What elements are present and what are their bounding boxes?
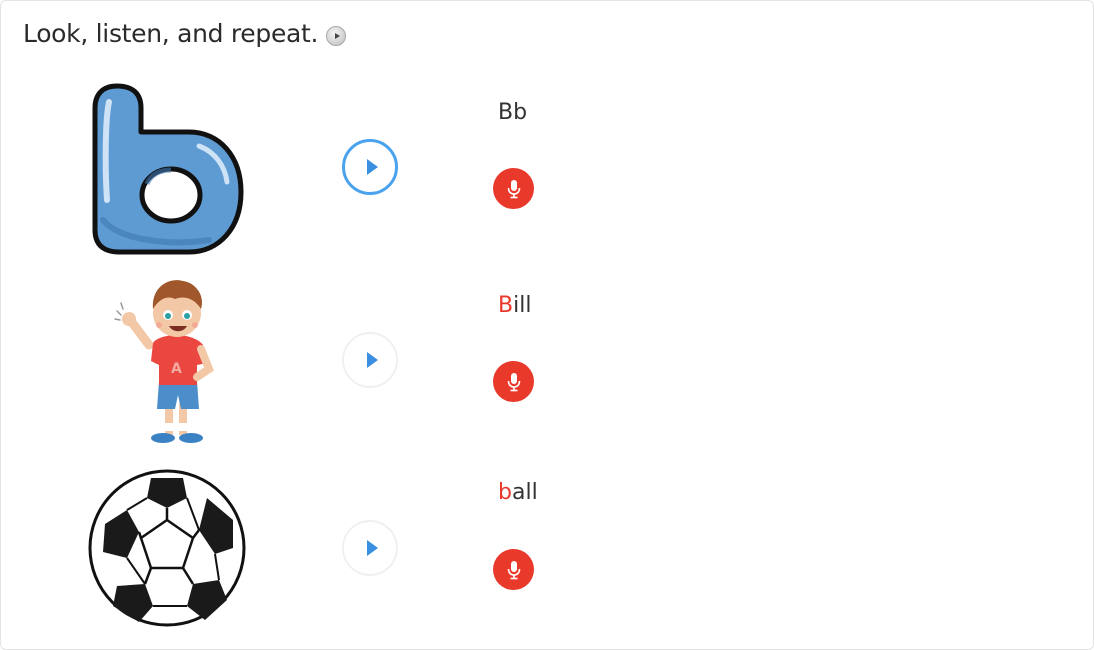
record-button[interactable] [493,549,534,590]
microphone-icon [507,372,520,391]
exercise-header: Look, listen, and repeat. [23,19,347,48]
microphone-icon [507,179,520,198]
list-item: ball [1,456,1093,646]
play-icon [366,540,378,556]
instruction-play-button[interactable] [326,25,347,46]
play-audio-button[interactable] [342,332,398,388]
svg-text:A: A [171,361,182,377]
record-button[interactable] [493,361,534,402]
microphone-icon [507,560,520,579]
soccer-ball-icon [88,469,246,627]
record-button[interactable] [493,168,534,209]
play-audio-button[interactable] [342,139,398,195]
list-item: A Bill [1,269,1093,459]
play-icon [366,352,378,368]
exercise-card: Look, listen, and repeat. Bb A Bill ball [0,0,1094,650]
list-item: Bb [1,76,1093,266]
word-label: ball [498,480,538,505]
word-label: Bb [498,100,528,125]
play-audio-button[interactable] [342,520,398,576]
boy-bill-icon: A [114,280,214,443]
word-label: Bill [498,293,532,318]
letter-b-icon [92,83,244,255]
play-icon [366,159,378,175]
instruction-text: Look, listen, and repeat. [23,19,319,48]
play-icon [334,32,340,39]
